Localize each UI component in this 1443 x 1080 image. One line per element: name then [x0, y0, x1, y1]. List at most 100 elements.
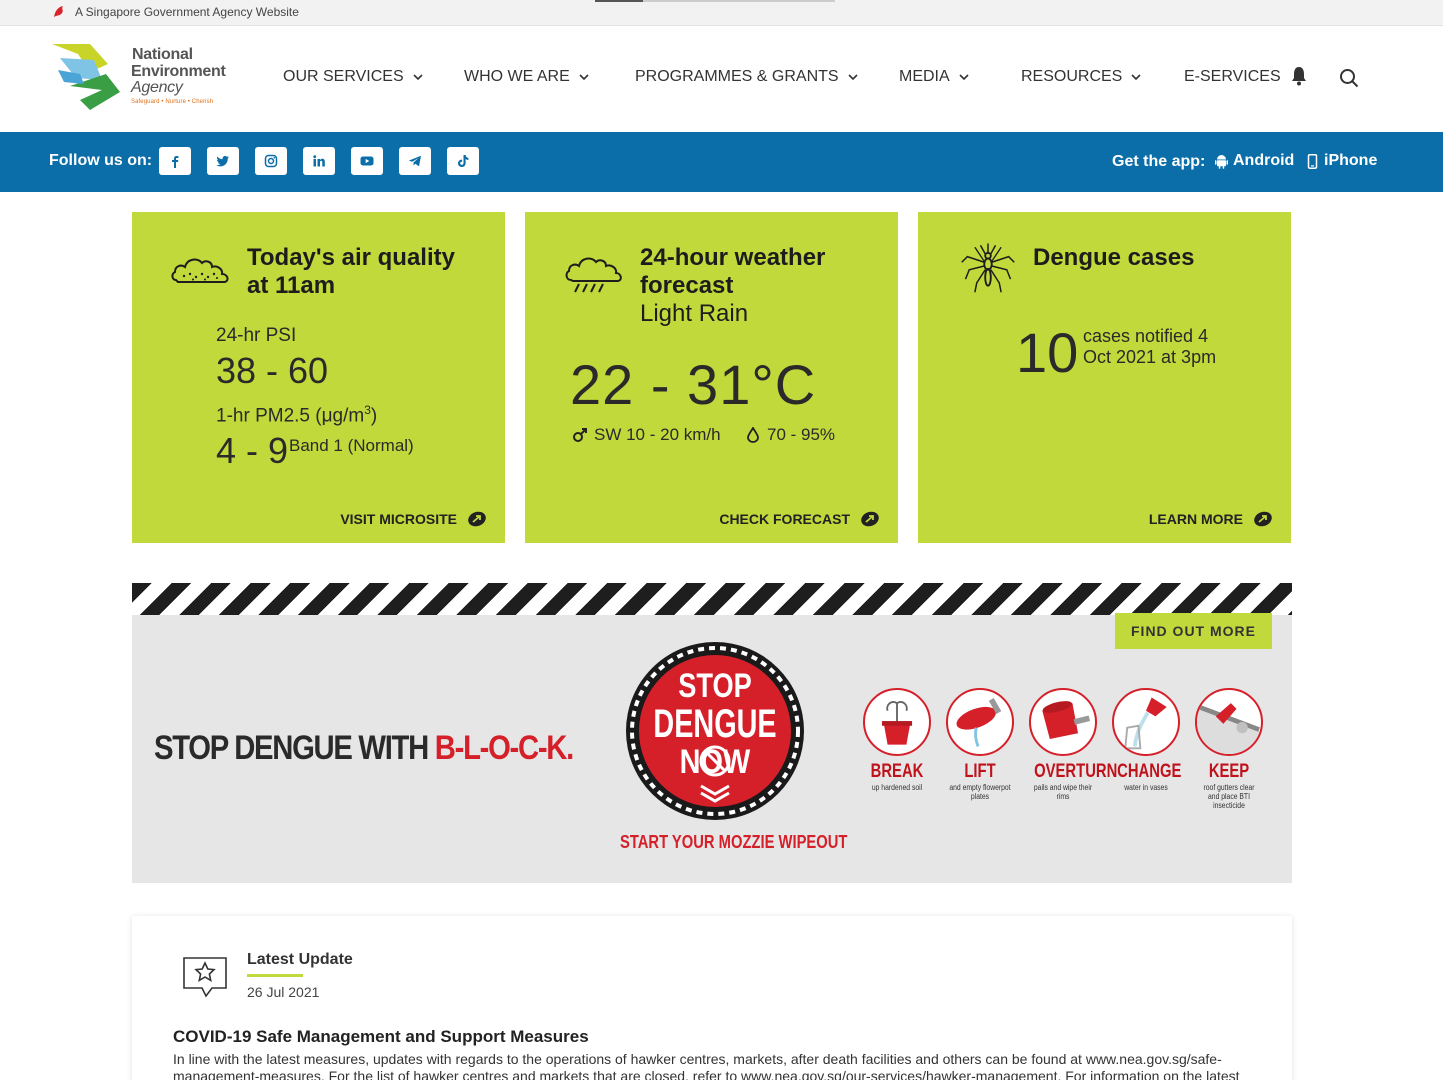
- pm25-band: Band 1 (Normal): [289, 436, 414, 455]
- nea-logo[interactable]: National Environment Agency Safeguard • …: [50, 40, 240, 116]
- weather-title: 24-hour weather forecast Light Rain: [640, 244, 825, 328]
- social-bar: Follow us on: Get the app: Android iPhon…: [0, 132, 1443, 192]
- linkedin-icon: [313, 155, 325, 167]
- link-label: VISIT MICROSITE: [340, 511, 457, 527]
- update-date: 26 Jul 2021: [247, 984, 320, 1000]
- dengue-card: Dengue cases 10 cases notified 4 Oct 202…: [918, 212, 1291, 543]
- nav-programmes-grants[interactable]: PROGRAMMES & GRANTS: [635, 66, 859, 88]
- nav-label: MEDIA: [899, 68, 950, 85]
- haze-cloud-icon: [171, 258, 229, 283]
- learn-more-link[interactable]: LEARN MORE: [1149, 511, 1273, 527]
- weather-condition: Light Rain: [640, 300, 749, 327]
- android-label: Android: [1233, 152, 1295, 169]
- tiktok-button[interactable]: [447, 147, 479, 175]
- air-quality-title: Today's air quality at 11am: [247, 244, 455, 300]
- weather-card: 24-hour weather forecast Light Rain 22 -…: [525, 212, 898, 543]
- nav-resources[interactable]: RESOURCES: [1021, 66, 1142, 88]
- temperature-range: 22 - 31°C: [570, 353, 817, 416]
- nav-who-we-are[interactable]: WHO WE ARE: [464, 66, 590, 88]
- title-line-1: Dengue cases: [1033, 244, 1195, 271]
- mosquito-icon: [961, 243, 1015, 293]
- label-underline: [247, 974, 303, 977]
- chevron-down-icon: [848, 74, 858, 81]
- twitter-button[interactable]: [207, 147, 239, 175]
- smartphone-icon: [1307, 153, 1318, 169]
- badge-line-1: STOP: [678, 666, 752, 705]
- iphone-label: iPhone: [1324, 152, 1378, 169]
- logo-line-1: National: [132, 46, 193, 63]
- arrow-circle-icon: [861, 511, 879, 527]
- step-desc: pails and wipe their rims: [1033, 783, 1093, 801]
- nav-label: PROGRAMMES & GRANTS: [635, 68, 839, 85]
- bell-icon[interactable]: [1290, 66, 1308, 86]
- instagram-button[interactable]: [255, 147, 287, 175]
- page-indicator: [595, 0, 835, 2]
- youtube-button[interactable]: [351, 147, 383, 175]
- nav-e-services[interactable]: E-SERVICES: [1184, 66, 1281, 88]
- title-line-1: Today's air quality: [247, 244, 455, 271]
- dengue-case-text: cases notified 4 Oct 2021 at 3pm: [1083, 326, 1217, 367]
- block-step-overturn: OVERTURN pails and wipe their rims: [1026, 688, 1118, 801]
- pm25-value: 4 - 9: [216, 430, 289, 471]
- android-icon: [1215, 154, 1228, 169]
- step-desc: water in vases: [1124, 783, 1168, 792]
- step-word: LIFT: [964, 761, 996, 782]
- block-step-break: BREAK up hardened soil: [860, 688, 934, 792]
- psi-label: 24-hr PSI: [216, 325, 297, 346]
- wind-text: SW 10 - 20 km/h: [594, 425, 721, 444]
- dengue-title: Dengue cases: [1033, 244, 1194, 272]
- facebook-button[interactable]: [159, 147, 191, 175]
- update-body: In line with the latest measures, update…: [173, 1051, 1240, 1080]
- step-desc: roof gutters clear and place BTI insecti…: [1203, 783, 1255, 810]
- plant-pot-icon: [863, 688, 931, 756]
- block-step-change: CHANGE water in vases: [1109, 688, 1183, 792]
- latest-update-panel: Latest Update 26 Jul 2021 COVID-19 Safe …: [132, 916, 1292, 1080]
- nav-our-services[interactable]: OUR SERVICES: [283, 66, 424, 88]
- nav-label: E-SERVICES: [1184, 68, 1281, 85]
- mozzie-wipeout-text: START YOUR MOZZIE WIPEOUT: [620, 832, 848, 852]
- nav-label: WHO WE ARE: [464, 68, 570, 85]
- roof-gutter-icon: [1195, 688, 1263, 756]
- step-word: CHANGE: [1117, 761, 1182, 782]
- vase-icon: [1112, 688, 1180, 756]
- pail-icon: [1029, 688, 1097, 756]
- logo-tagline: Safeguard • Nurture • Cherish: [131, 99, 214, 105]
- find-out-more-button[interactable]: FIND OUT MORE: [1115, 613, 1272, 649]
- block-step-keep: KEEP roof gutters clear and place BTI in…: [1192, 688, 1266, 810]
- telegram-button[interactable]: [399, 147, 431, 175]
- youtube-icon: [360, 156, 374, 166]
- block-step-lift: LIFT and empty flowerpot plates: [943, 688, 1017, 801]
- logo-line-2: Environment: [131, 63, 226, 80]
- android-app-link[interactable]: Android: [1215, 152, 1294, 170]
- star-speech-bubble-icon: [183, 957, 227, 998]
- step-desc: up hardened soil: [871, 783, 923, 792]
- arrow-circle-icon: [468, 511, 486, 527]
- step-word: OVERTURN: [1034, 761, 1118, 782]
- nav-label: RESOURCES: [1021, 68, 1123, 85]
- dengue-case-count: 10: [1016, 321, 1079, 384]
- nav-label: OUR SERVICES: [283, 68, 404, 85]
- nav-media[interactable]: MEDIA: [899, 66, 970, 88]
- step-desc: and empty flowerpot plates: [949, 783, 1011, 801]
- chevron-down-icon: [413, 74, 423, 81]
- dengue-campaign-banner[interactable]: FIND OUT MORE STOP DENGUE WITH B-L-O-C-K…: [132, 583, 1292, 883]
- rain-cloud-icon: [565, 257, 622, 293]
- follow-label: Follow us on:: [49, 152, 153, 169]
- linkedin-button[interactable]: [303, 147, 335, 175]
- title-line-2: forecast: [640, 272, 734, 299]
- gov-banner: A Singapore Government Agency Website: [0, 0, 1443, 26]
- logo-line-3: Agency: [131, 79, 183, 96]
- site-header: National Environment Agency Safeguard • …: [0, 26, 1443, 132]
- iphone-app-link[interactable]: iPhone: [1306, 152, 1377, 170]
- pm25-superscript: 3: [364, 403, 371, 417]
- facebook-icon: [172, 156, 179, 168]
- hazard-stripes: [132, 583, 1292, 615]
- nea-logo-icon: [52, 44, 120, 110]
- update-headline[interactable]: COVID-19 Safe Management and Support Mea…: [173, 1027, 589, 1047]
- telegram-icon: [408, 155, 421, 167]
- search-icon[interactable]: [1339, 68, 1359, 88]
- check-forecast-link[interactable]: CHECK FORECAST: [719, 511, 880, 527]
- title-line-2: at 11am: [247, 272, 336, 299]
- visit-microsite-link[interactable]: VISIT MICROSITE: [340, 511, 487, 527]
- stop-dengue-now-badge: STOP DENGUE NOW: [626, 642, 804, 820]
